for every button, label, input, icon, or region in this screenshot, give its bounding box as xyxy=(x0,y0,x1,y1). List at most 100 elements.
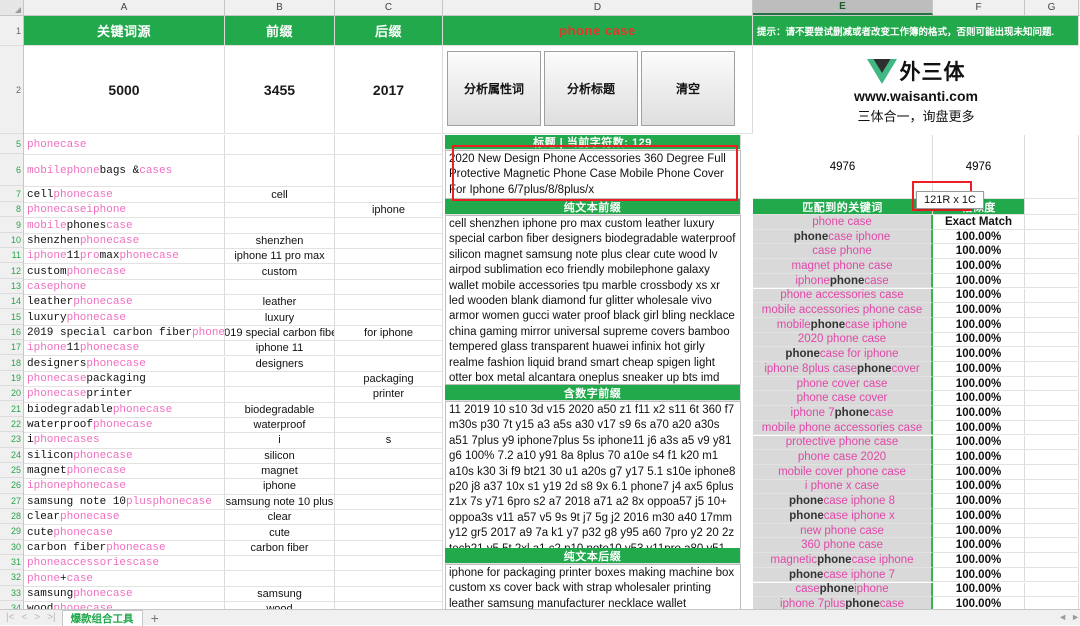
empty-g-cell[interactable] xyxy=(1025,332,1079,348)
keyword-cell[interactable]: waterproof phone case xyxy=(24,417,225,434)
prefix-cell[interactable]: iphone 11 xyxy=(225,341,335,357)
suffix-cell[interactable]: printer xyxy=(335,387,443,403)
analyze-title-button[interactable]: 分析标题 xyxy=(544,51,638,126)
add-sheet-icon[interactable]: + xyxy=(151,611,159,625)
last-sheet-icon[interactable]: >| xyxy=(47,612,55,623)
suffix-cell[interactable] xyxy=(335,155,443,187)
empty-g-cell[interactable] xyxy=(1025,288,1079,304)
suffix-cell[interactable] xyxy=(335,571,443,587)
column-header-c[interactable]: C xyxy=(335,0,443,15)
similarity-cell[interactable]: 100.00% xyxy=(933,464,1025,480)
similarity-cell[interactable]: 100.00% xyxy=(933,288,1025,304)
similarity-cell[interactable]: 100.00% xyxy=(933,553,1025,568)
suffix-cell[interactable] xyxy=(335,341,443,357)
column-header-e[interactable]: E xyxy=(753,0,933,15)
similarity-cell[interactable]: 100.00% xyxy=(933,273,1025,289)
row-header[interactable]: 22 xyxy=(0,416,23,433)
row-header[interactable]: 14 xyxy=(0,294,23,310)
suffix-cell[interactable] xyxy=(335,218,443,234)
keyword-cell[interactable]: case phone xyxy=(24,279,225,296)
sheet-tab-combo-tool[interactable]: 爆款组合工具 xyxy=(61,609,143,626)
matched-keyword-cell[interactable]: phone accessories case xyxy=(753,288,933,304)
similarity-cell[interactable]: 100.00% xyxy=(933,362,1025,377)
matched-keyword-cell[interactable]: iphone 8plus case phone cover xyxy=(753,362,933,377)
row-header[interactable]: 25 xyxy=(0,462,23,479)
spreadsheet-grid[interactable]: 1 2 5 6 7 8 9 10 11 12 13 14 15 16 17 18 19 20 21 22 23 24 25 2… xyxy=(0,16,1080,610)
row-header[interactable]: 18 xyxy=(0,355,23,371)
keyword-cell[interactable]: designers phone case xyxy=(24,356,225,372)
suffix-cell[interactable] xyxy=(335,510,443,526)
similarity-cell[interactable]: 100.00% xyxy=(933,435,1025,451)
row-header[interactable]: 6 xyxy=(0,154,23,186)
row-header[interactable]: 1 xyxy=(0,16,23,46)
prefix-cell[interactable] xyxy=(225,279,335,296)
suffix-cell[interactable] xyxy=(335,479,443,495)
analyze-attributes-button[interactable]: 分析属性词 xyxy=(447,51,541,126)
keyword-cell[interactable]: silicon phone case xyxy=(24,448,225,464)
keyword-cell[interactable]: iphone 11 pro max phone case xyxy=(24,249,225,265)
empty-g-cell[interactable] xyxy=(1025,215,1079,230)
keyword-cell[interactable]: i phone cases xyxy=(24,433,225,449)
sheet-nav-buttons[interactable]: |< < > >| xyxy=(0,612,62,623)
prefix-cell[interactable]: shenzhen xyxy=(225,233,335,250)
suffix-cell[interactable] xyxy=(335,586,443,603)
empty-g-cell[interactable] xyxy=(1025,406,1079,421)
empty-g-cell[interactable] xyxy=(1025,538,1079,554)
empty-g-cell[interactable] xyxy=(1025,347,1079,362)
empty-g-cell[interactable] xyxy=(1025,450,1079,465)
keyword-cell[interactable]: magnet phone case xyxy=(24,463,225,480)
row-header[interactable]: 23 xyxy=(0,432,23,448)
row-header[interactable]: 20 xyxy=(0,386,23,402)
empty-g-cell[interactable] xyxy=(1025,259,1079,274)
suffix-cell[interactable] xyxy=(335,264,443,280)
row-header[interactable]: 30 xyxy=(0,539,23,555)
row-header[interactable]: 9 xyxy=(0,217,23,233)
matched-keyword-cell[interactable]: protective phone case xyxy=(753,435,933,451)
suffix-cell[interactable] xyxy=(335,402,443,418)
keyword-cell[interactable]: phone accessories case xyxy=(24,556,225,572)
similarity-cell[interactable]: 100.00% xyxy=(933,509,1025,524)
empty-g-cell[interactable] xyxy=(1025,494,1079,509)
prefix-cell[interactable] xyxy=(225,387,335,403)
prev-sheet-icon[interactable]: < xyxy=(21,612,27,623)
scroll-right-icon[interactable]: ► xyxy=(1071,612,1080,622)
row-header[interactable]: 21 xyxy=(0,401,23,417)
matched-keyword-cell[interactable]: phone case cover xyxy=(753,391,933,407)
empty-g-cell[interactable] xyxy=(1025,435,1079,451)
prefix-cell[interactable] xyxy=(225,218,335,234)
empty-g-cell[interactable] xyxy=(1025,479,1079,495)
row-header[interactable]: 7 xyxy=(0,186,23,202)
prefix-cell[interactable]: carbon fiber xyxy=(225,540,335,557)
suffix-cell[interactable] xyxy=(335,494,443,510)
cell-area[interactable]: 关键词源 前缀 后缀 phone case 提示：请不要尝试删减或者改变工作簿的… xyxy=(24,16,1080,610)
row-header[interactable]: 8 xyxy=(0,202,23,218)
similarity-cell[interactable]: 100.00% xyxy=(933,538,1025,554)
matched-keyword-cell[interactable]: phone case 2020 xyxy=(753,450,933,465)
keyword-cell[interactable]: shenzhen phone case xyxy=(24,233,225,250)
row-header[interactable]: 26 xyxy=(0,478,23,494)
keyword-cell[interactable]: samsung phone case xyxy=(24,586,225,603)
row-header[interactable]: 29 xyxy=(0,524,23,540)
row-header[interactable]: 12 xyxy=(0,263,23,279)
empty-g-cell[interactable] xyxy=(1025,303,1079,318)
column-header-a[interactable]: A xyxy=(24,0,225,15)
matched-keyword-cell[interactable]: iphone 7 phone case xyxy=(753,406,933,421)
prefix-cell[interactable]: luxury xyxy=(225,310,335,326)
prefix-cell[interactable]: silicon xyxy=(225,448,335,464)
similarity-cell[interactable]: 100.00% xyxy=(933,582,1025,598)
matched-keyword-cell[interactable]: phone case xyxy=(753,215,933,230)
prefix-cell[interactable]: samsung xyxy=(225,586,335,603)
row-header[interactable]: 11 xyxy=(0,248,23,264)
column-header-d[interactable]: D xyxy=(443,0,753,15)
keyword-cell[interactable]: phone case iphone xyxy=(24,203,225,219)
row-header[interactable]: 32 xyxy=(0,570,23,586)
prefix-cell[interactable]: 2019 special carbon fiber xyxy=(225,325,335,342)
scroll-left-icon[interactable]: ◄ xyxy=(1058,612,1067,622)
similarity-cell[interactable]: 100.00% xyxy=(933,406,1025,421)
empty-g-cell[interactable] xyxy=(1025,362,1079,377)
prefix-cell[interactable]: iphone 11 pro max xyxy=(225,249,335,265)
matched-keyword-cell[interactable]: case phone xyxy=(753,244,933,260)
row-header[interactable]: 2 xyxy=(0,46,23,134)
row-header[interactable]: 28 xyxy=(0,508,23,525)
suffix-cell[interactable]: s xyxy=(335,433,443,449)
